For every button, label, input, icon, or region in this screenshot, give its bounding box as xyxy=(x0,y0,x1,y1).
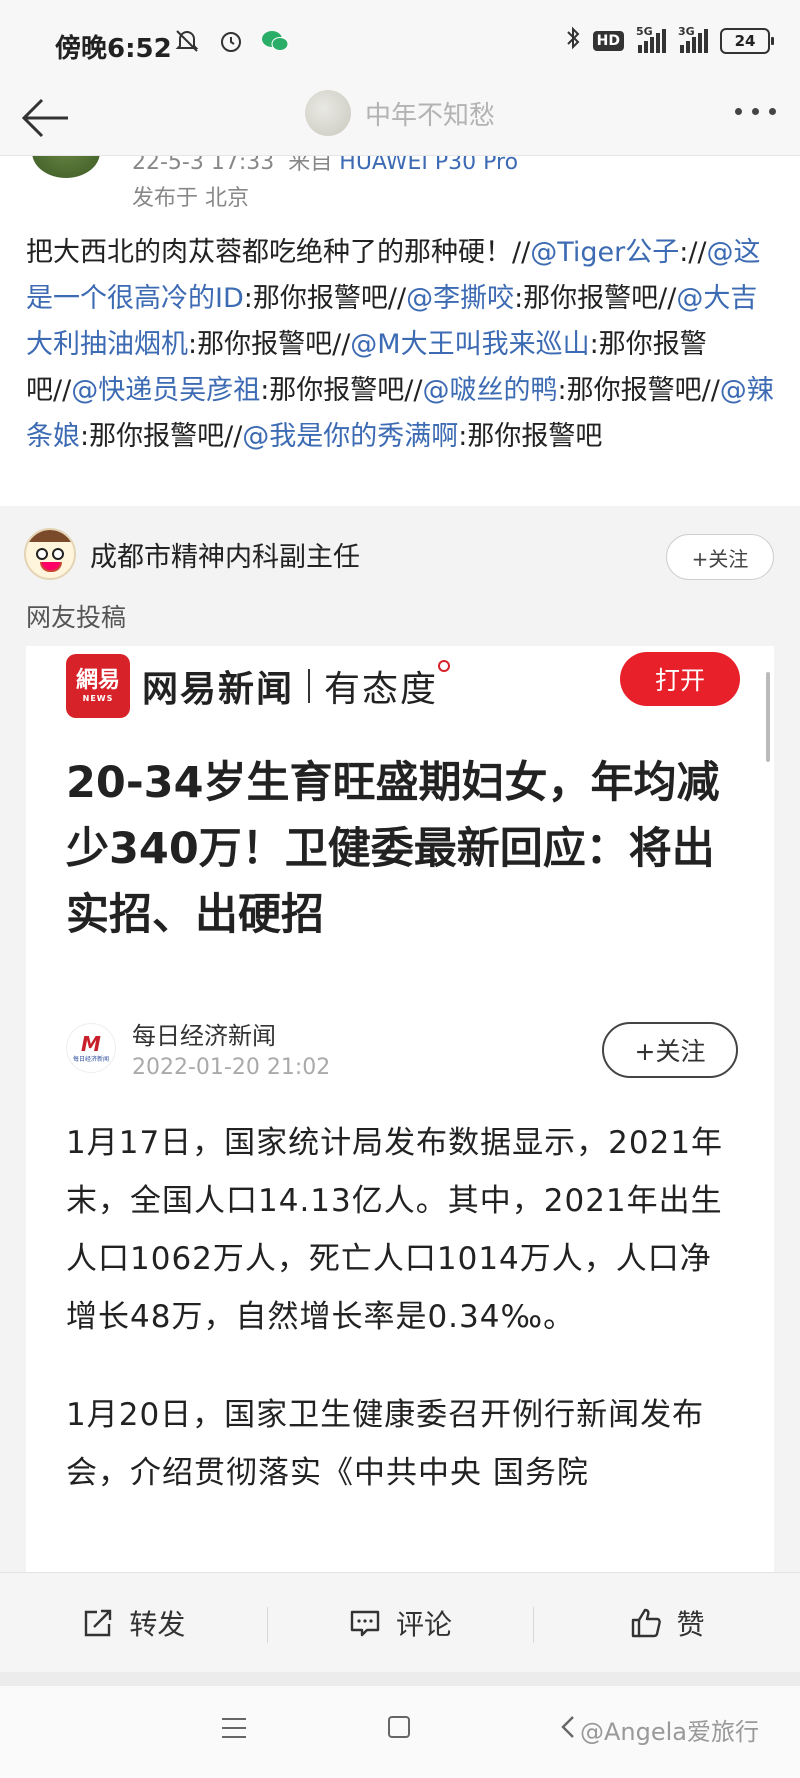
nav-avatar xyxy=(305,90,351,136)
post-author-avatar[interactable] xyxy=(32,156,100,178)
nav-bar: 中年不知愁 xyxy=(0,80,800,156)
back-arrow-icon xyxy=(21,98,68,138)
comment-button[interactable]: 评论 xyxy=(266,1603,534,1643)
publish-time: 2022-01-20 21:02 xyxy=(132,1055,331,1080)
share-icon xyxy=(85,1609,112,1636)
like-button[interactable]: 赞 xyxy=(533,1603,800,1643)
post-time-device: 22-5-3 17:33 来自 HUAWEI P30 Pro xyxy=(132,156,519,175)
hd-badge: HD xyxy=(592,31,624,51)
post-text: :// xyxy=(679,237,707,268)
post-text: :那你报警吧 xyxy=(458,421,603,452)
mention-link[interactable]: @我是你的秀满啊 xyxy=(242,421,458,452)
content-peek-strip xyxy=(0,1672,800,1686)
repost-button[interactable]: 转发 xyxy=(0,1603,267,1643)
menu-icon[interactable] xyxy=(222,1718,246,1738)
status-bar: 傍晚6:52 HD 5G 3G 24 xyxy=(0,0,800,80)
article-open-button: 打开 xyxy=(620,652,740,706)
comment-label: 评论 xyxy=(396,1607,453,1641)
post-text: :那你报警吧// xyxy=(557,375,720,406)
post-text: 把大西北的肉苁蓉都吃绝种了的那种硬！// xyxy=(26,237,531,268)
comment-icon xyxy=(350,1610,380,1636)
mention-link[interactable]: @M大王叫我来巡山 xyxy=(350,329,589,360)
post-body: 把大西北的肉苁蓉都吃绝种了的那种硬！//@Tiger公子://@这是一个很高冷的… xyxy=(26,230,778,460)
battery-icon: 24 xyxy=(720,28,774,54)
brand-divider xyxy=(308,669,311,703)
nav-title-group[interactable]: 中年不知愁 xyxy=(305,90,495,136)
action-bar: 转发 评论 赞 xyxy=(0,1572,800,1672)
article-slogan: 有态度 xyxy=(324,660,451,712)
article-paragraph-1: 1月17日，国家统计局发布数据显示，2021年末，全国人口14.13亿人。其中，… xyxy=(66,1125,724,1335)
mention-link[interactable]: @啵丝的鸭 xyxy=(423,375,558,406)
article-image[interactable]: 網易 NEWS 网易新闻 有态度 打开 20-34岁生育旺盛期妇女，年均减少34… xyxy=(26,646,774,1572)
status-time: 傍晚6:52 xyxy=(55,34,172,64)
bluetooth-icon xyxy=(565,26,581,56)
like-label: 赞 xyxy=(676,1607,705,1641)
nav-title: 中年不知愁 xyxy=(365,100,496,131)
article-brand-name: 网易新闻 xyxy=(142,669,295,710)
netease-logo-icon: 網易 NEWS xyxy=(66,654,130,718)
signal-3g-icon: 3G xyxy=(678,25,708,53)
publisher-name: 每日经济新闻 xyxy=(132,1022,276,1050)
article-publisher: M 每日经济新闻 每日经济新闻 2022-01-20 21:02 xyxy=(66,1016,330,1080)
system-back-icon[interactable] xyxy=(558,1714,578,1740)
signal-5g-icon: 5G xyxy=(636,25,666,53)
system-nav-bar: @Angela爱旅行 xyxy=(0,1686,800,1778)
post-text: :那你报警吧// xyxy=(514,283,677,314)
post-text: :那你报警吧// xyxy=(243,283,407,314)
post-location: 发布于 北京 xyxy=(132,186,249,211)
more-dots-icon xyxy=(735,108,742,115)
post-meta: 22-5-3 17:33 来自 HUAWEI P30 Pro 发布于 北京 xyxy=(0,156,800,218)
article-brand: 網易 NEWS 网易新闻 有态度 xyxy=(66,654,451,718)
wechat-icon xyxy=(260,26,290,56)
repost-card[interactable]: 成都市精神内科副主任 +关注 网友投稿 網易 NEWS 网易新闻 有态度 打开 … xyxy=(0,506,800,1572)
post-text: :那你报警吧// xyxy=(188,329,351,360)
article-scrollbar xyxy=(766,672,770,762)
article-title: 20-34岁生育旺盛期妇女，年均减少340万！卫健委最新回应：将出实招、出硬招 xyxy=(66,758,720,940)
repost-label: 转发 xyxy=(129,1607,186,1641)
mention-link[interactable]: @Tiger公子 xyxy=(530,237,679,268)
post-text: :那你报警吧// xyxy=(80,421,243,452)
article-follow-button: +关注 xyxy=(602,1022,738,1078)
mention-link[interactable]: @李撕咬 xyxy=(406,283,514,314)
back-button[interactable] xyxy=(18,94,72,142)
repost-source-label: 网友投稿 xyxy=(26,603,127,632)
repost-author-row[interactable]: 成都市精神内科副主任 xyxy=(24,528,360,580)
thumbs-up-icon xyxy=(631,1608,661,1637)
publisher-logo-icon: M 每日经济新闻 xyxy=(66,1023,116,1073)
post-text: :那你报警吧// xyxy=(260,375,423,406)
repost-author-name[interactable]: 成都市精神内科副主任 xyxy=(90,535,360,574)
mention-link[interactable]: @快递员吴彦祖 xyxy=(71,375,260,406)
repost-author-avatar[interactable] xyxy=(24,528,76,580)
mute-bell-icon xyxy=(172,26,202,56)
repost-follow-button[interactable]: +关注 xyxy=(666,534,774,580)
article-paragraph-2: 1月20日，国家卫生健康委召开例行新闻发布会，介绍贯彻落实《中共中央 国务院 xyxy=(66,1397,705,1491)
home-icon[interactable] xyxy=(388,1716,410,1738)
watermark: @Angela爱旅行 xyxy=(580,1718,760,1746)
alarm-icon xyxy=(216,26,246,56)
more-button[interactable] xyxy=(735,108,776,115)
